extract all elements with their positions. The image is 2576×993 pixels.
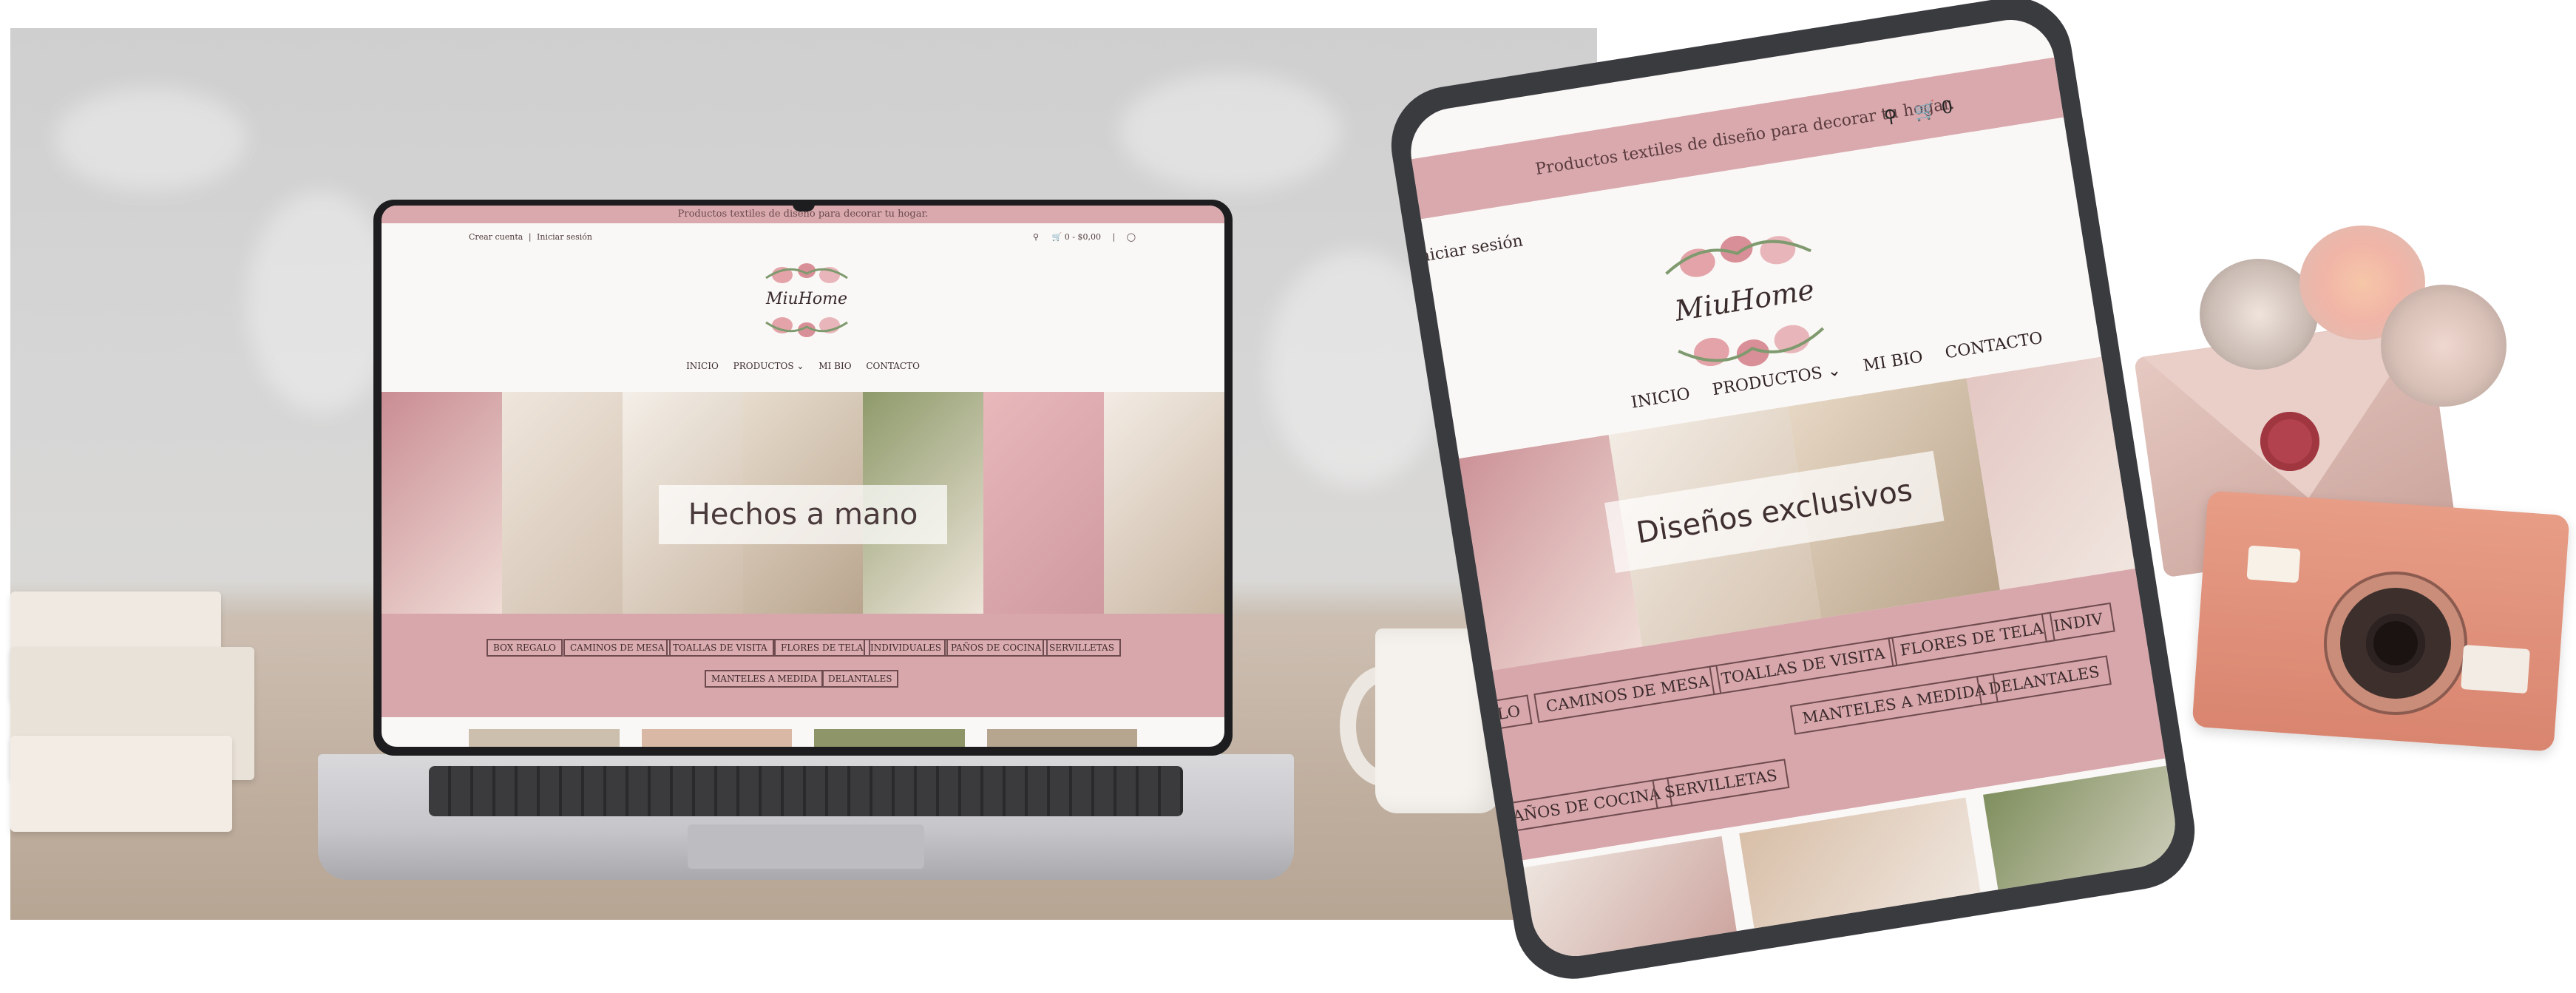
nav-item-label: PRODUCTOS <box>733 361 794 371</box>
login-link[interactable]: Iniciar sesión <box>537 232 592 242</box>
rose-flower <box>2381 285 2506 407</box>
category-button[interactable]: FLORES DE TELA <box>774 639 870 657</box>
site-logo[interactable]: MiuHome <box>759 260 855 340</box>
wall-light-patch <box>1119 72 1341 191</box>
wall-light-patch <box>247 191 395 413</box>
category-button[interactable]: PAÑOS DE COCINA <box>1491 777 1673 835</box>
category-button[interactable]: TOALLAS DE VISITA <box>1709 637 1897 696</box>
main-nav: INICIO PRODUCTOS ⌄ MI BIO CONTACTO <box>382 361 1224 371</box>
product-thumbnails <box>469 729 1137 747</box>
nav-item-inicio[interactable]: INICIO <box>686 361 719 371</box>
cart-total[interactable]: 0 - $0,00 <box>1065 232 1101 242</box>
category-button[interactable]: SERVILLETAS <box>1652 759 1790 810</box>
wall-light-patch <box>55 87 247 191</box>
laptop-trackpad <box>688 824 924 869</box>
product-thumbnail[interactable] <box>641 729 792 747</box>
category-button[interactable]: PAÑOS DE COCINA <box>944 639 1048 657</box>
tablet-screen: Productos textiles de diseño para decora… <box>1404 13 2182 963</box>
category-button[interactable]: CAMINOS DE MESA <box>563 639 671 657</box>
product-thumbnail[interactable] <box>814 729 965 747</box>
category-button[interactable]: FLORES DE TELA <box>1888 611 2055 667</box>
header-separator: | <box>528 232 532 242</box>
hero-title: Hechos a mano <box>659 485 947 544</box>
product-thumbnail[interactable] <box>986 729 1137 747</box>
hero-photo <box>501 392 623 614</box>
category-button[interactable]: CAMINOS DE MESA <box>1533 665 1722 723</box>
category-button[interactable]: MANTELES A MEDIDA <box>1789 673 1999 735</box>
hero-photo <box>382 392 502 614</box>
nav-item-contacto[interactable]: CONTACTO <box>866 361 920 371</box>
cart-icon[interactable]: 🛒 <box>1913 99 1938 123</box>
logo-text: MiuHome <box>765 290 848 308</box>
product-thumbnail[interactable] <box>469 729 620 747</box>
nav-item-mi-bio[interactable]: MI BIO <box>818 361 851 371</box>
category-button[interactable]: BOX REGALO <box>487 639 563 657</box>
nav-item-productos[interactable]: PRODUCTOS ⌄ <box>733 361 804 371</box>
nav-item-mi-bio[interactable]: MI BIO <box>1862 348 1924 376</box>
site-header: Crear cuenta | Iniciar sesión ⚲ 🛒 0 - $0… <box>382 223 1224 250</box>
chevron-down-icon: ⌄ <box>796 361 804 371</box>
category-button[interactable]: DELANTALES <box>1976 655 2112 705</box>
nav-item-inicio[interactable]: INICIO <box>1630 384 1691 412</box>
camera-flash <box>2461 644 2530 694</box>
category-button[interactable]: MANTELES A MEDIDA <box>705 670 824 688</box>
category-button[interactable]: INDIV <box>2041 602 2115 643</box>
laptop-keyboard <box>429 766 1183 816</box>
nav-item-contacto[interactable]: CONTACTO <box>1944 329 2044 363</box>
wax-seal <box>2260 412 2319 471</box>
category-button[interactable]: TOALLAS DE VISITA <box>666 639 774 657</box>
search-icon[interactable]: ⚲ <box>1033 232 1039 242</box>
category-button[interactable]: SERVILLETAS <box>1043 639 1121 657</box>
cart-icon[interactable]: 🛒 <box>1052 232 1062 242</box>
site-logo[interactable]: MiuHome <box>1650 218 1840 384</box>
instagram-icon[interactable]: ◯ <box>1127 232 1136 242</box>
laptop-screen: Productos textiles de diseño para decora… <box>382 206 1224 747</box>
search-icon[interactable]: ⚲ <box>1882 105 1899 127</box>
category-bar: BOX REGALO CAMINOS DE MESA TOALLAS DE VI… <box>382 614 1224 717</box>
book <box>10 736 232 832</box>
product-thumbnail[interactable] <box>1983 759 2182 941</box>
camera-lens-inner <box>2366 614 2425 673</box>
category-button[interactable]: INDIVIDUALES <box>864 639 948 657</box>
login-link[interactable]: niciar sesión <box>1418 231 1524 266</box>
create-account-link[interactable]: Crear cuenta <box>469 232 523 242</box>
camera-viewfinder <box>2246 545 2301 583</box>
hero-photo <box>983 392 1105 614</box>
header-separator: | <box>1112 232 1116 242</box>
hero-photo <box>1104 392 1224 614</box>
chevron-down-icon: ⌄ <box>1826 361 1843 382</box>
category-button[interactable]: DELANTALES <box>821 670 899 688</box>
laptop-camera-notch <box>793 201 815 211</box>
